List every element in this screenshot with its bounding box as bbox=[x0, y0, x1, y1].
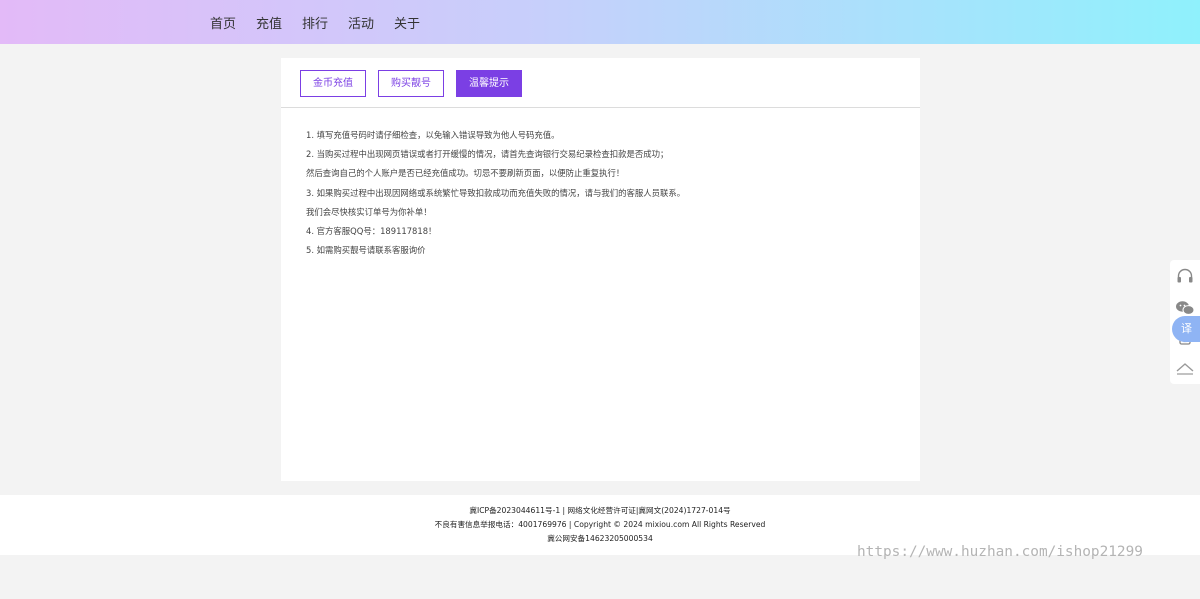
tips-list: 1. 填写充值号码时请仔细检查，以免输入错误导致为他人号码充值。 2. 当购买过… bbox=[306, 128, 906, 262]
nav-item-about[interactable]: 关于 bbox=[394, 13, 420, 32]
top-navigation: 首页 充值 排行 活动 关于 bbox=[0, 0, 1200, 44]
tip-line: 2. 当购买过程中出现网页错误或者打开缓慢的情况，请首先查询银行交易纪录检查扣款… bbox=[306, 149, 669, 160]
nav-item-activity[interactable]: 活动 bbox=[348, 13, 374, 32]
main-panel: 金币充值 购买靓号 温馨提示 1. 填写充值号码时请仔细检查，以免输入错误导致为… bbox=[281, 58, 920, 481]
tab-coin-recharge[interactable]: 金币充值 bbox=[300, 70, 366, 97]
translate-button[interactable]: 译 bbox=[1172, 316, 1200, 342]
tip-line: 4. 官方客服QQ号：189117818！ bbox=[306, 225, 437, 236]
tab-buy-vanity-number[interactable]: 购买靓号 bbox=[378, 70, 444, 97]
tip-line: 然后查询自己的个人账户是否已经充值成功。切忌不要刷新页面，以便防止重复执行！ bbox=[306, 168, 625, 179]
tab-tips[interactable]: 温馨提示 bbox=[456, 70, 522, 97]
footer-copyright-line: 不良有害信息举报电话：4001769976 | Copyright © 2024… bbox=[434, 520, 766, 529]
nav-item-ranking[interactable]: 排行 bbox=[302, 13, 328, 32]
nav-item-recharge[interactable]: 充值 bbox=[256, 13, 282, 32]
tip-line: 5. 如需购买靓号请联系客服询价 bbox=[306, 245, 426, 256]
back-to-top-icon[interactable] bbox=[1170, 354, 1200, 382]
headset-icon[interactable] bbox=[1170, 262, 1200, 290]
tip-line: 1. 填写充值号码时请仔细检查，以免输入错误导致为他人号码充值。 bbox=[306, 130, 560, 140]
tab-bar: 金币充值 购买靓号 温馨提示 bbox=[281, 58, 920, 108]
tip-line: 我们会尽快核实订单号为你补单！ bbox=[306, 206, 432, 217]
watermark-url: https://www.huzhan.com/ishop21299 bbox=[857, 544, 1143, 560]
nav-item-home[interactable]: 首页 bbox=[210, 13, 236, 32]
footer-icp-line: 冀ICP备2023044611号-1 | 网络文化经营许可证|冀网文(2024)… bbox=[469, 506, 731, 515]
tip-line: 3. 如果购买过程中出现因网络或系统繁忙导致扣款成功而充值失败的情况，请与我们的… bbox=[306, 187, 686, 198]
